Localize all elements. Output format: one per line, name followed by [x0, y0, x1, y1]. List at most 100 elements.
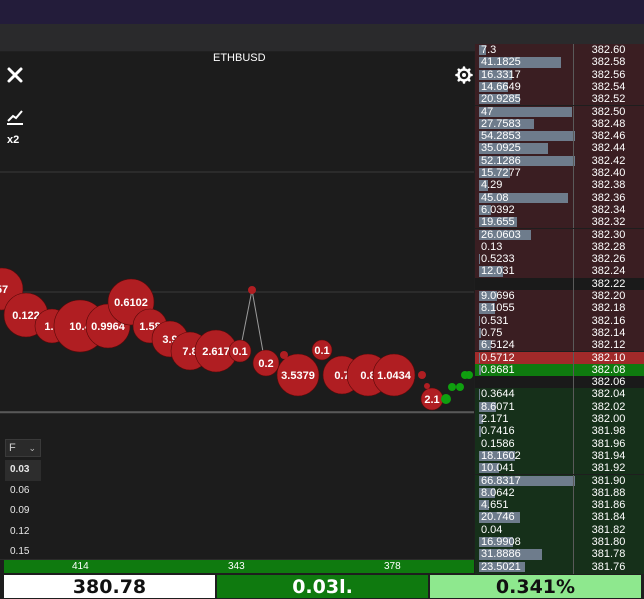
price-value: 382.40: [591, 167, 626, 179]
bubble-chart-canvas: 570.1221.110.40.99640.61021.583.97.82.61…: [0, 171, 474, 560]
trade-point: [280, 351, 288, 359]
order-book[interactable]: 7.3 382.60 41.1825 382.58 16.3317 382.56 14.66…: [475, 44, 644, 574]
order-book-row[interactable]: 6.5124 382.12: [475, 339, 644, 352]
order-book-row[interactable]: 0.5712 382.10: [475, 351, 644, 364]
order-book-row[interactable]: 8.1055 382.18: [475, 302, 644, 315]
order-book-row[interactable]: 19.655 382.32: [475, 216, 644, 229]
size-option[interactable]: 0.06: [5, 481, 41, 502]
qty-cell: 9.0696: [479, 290, 575, 302]
trade-point-buy: [456, 383, 464, 391]
size-filter-select[interactable]: F ⌄: [5, 439, 41, 457]
qty-value: 4.651: [481, 499, 509, 512]
order-book-row[interactable]: 20.746 381.84: [475, 511, 644, 524]
price-value: 382.00: [591, 413, 626, 425]
column-divider: [573, 314, 574, 327]
column-divider: [573, 548, 574, 561]
qty-depth-bar: [479, 315, 480, 326]
column-divider: [573, 216, 574, 229]
order-book-row[interactable]: 382.06: [475, 376, 644, 389]
column-divider: [573, 523, 574, 536]
order-book-row[interactable]: 16.3317 382.56: [475, 68, 644, 81]
order-book-row[interactable]: 52.1286 382.42: [475, 154, 644, 167]
order-book-row[interactable]: 31.8886 381.78: [475, 548, 644, 561]
column-divider: [573, 191, 574, 204]
column-divider: [573, 425, 574, 438]
order-book-row[interactable]: 10.041 381.92: [475, 462, 644, 475]
size-option[interactable]: 0.12: [5, 522, 41, 543]
line-chart-icon[interactable]: [6, 108, 24, 126]
order-book-row[interactable]: 0.3644 382.04: [475, 388, 644, 401]
price-value: 382.44: [591, 142, 626, 155]
qty-value: 18.1602: [481, 449, 521, 462]
gear-icon[interactable]: [455, 66, 473, 84]
order-book-row[interactable]: 0.13 382.28: [475, 240, 644, 254]
column-divider: [573, 486, 574, 500]
qty-depth-bar: [479, 254, 480, 265]
order-book-row[interactable]: 0.75 382.14: [475, 326, 644, 340]
order-book-row[interactable]: 12.031 382.24: [475, 265, 644, 278]
order-book-row[interactable]: 4.29 382.38: [475, 179, 644, 192]
qty-cell: 15.7277: [479, 167, 575, 179]
trade-bubble-label: 0.122: [12, 310, 40, 322]
price-value: 382.18: [591, 302, 626, 315]
qty-cell: 31.8886: [479, 548, 575, 560]
column-divider: [573, 56, 574, 69]
order-book-row[interactable]: 14.6649 382.54: [475, 80, 644, 94]
top-app-bar: [0, 0, 644, 24]
order-book-row[interactable]: 15.7277 382.40: [475, 167, 644, 180]
price-value: 382.22: [591, 277, 626, 290]
order-book-row[interactable]: 47 382.50: [475, 105, 644, 118]
column-divider: [573, 154, 574, 167]
order-book-row[interactable]: 27.7583 382.48: [475, 117, 644, 131]
qty-cell: 26.0603: [479, 229, 575, 241]
order-book-row[interactable]: 9.0696 382.20: [475, 290, 644, 303]
order-book-row[interactable]: 6.0392 382.34: [475, 203, 644, 217]
order-book-row[interactable]: 7.3 382.60: [475, 44, 644, 57]
order-book-row[interactable]: 66.8317 381.90: [475, 474, 644, 487]
price-value: 382.34: [591, 203, 626, 216]
close-icon[interactable]: [6, 66, 24, 84]
trade-point-buy: [465, 371, 473, 379]
order-book-row[interactable]: 35.0925 382.44: [475, 142, 644, 155]
order-book-row[interactable]: 0.5233 382.26: [475, 253, 644, 266]
qty-value: 2.171: [481, 413, 509, 425]
price-value: 382.60: [591, 44, 626, 56]
order-book-row[interactable]: 8.6071 382.02: [475, 400, 644, 413]
qty-value: 8.6071: [481, 400, 515, 413]
qty-cell: 45.08: [479, 192, 575, 204]
trades-chart[interactable]: 570.1221.110.40.99640.61021.583.97.82.61…: [0, 52, 474, 560]
order-book-row[interactable]: 0.1586 381.96: [475, 437, 644, 450]
order-book-row[interactable]: 26.0603 382.30: [475, 228, 644, 241]
column-divider: [573, 142, 574, 155]
qty-cell: 0.1586: [479, 438, 575, 450]
qty-depth-bar: [479, 352, 480, 363]
size-option[interactable]: 0.03: [5, 460, 41, 481]
order-book-row[interactable]: 8.0642 381.88: [475, 486, 644, 500]
order-book-row[interactable]: 0.531 382.16: [475, 314, 644, 327]
zoom-level[interactable]: x2: [7, 134, 19, 146]
trade-bubble-label: 2.617: [202, 346, 230, 358]
last-price: 380.78: [4, 575, 215, 598]
qty-value: 10.041: [481, 462, 515, 475]
order-book-row[interactable]: 4.651 381.86: [475, 499, 644, 512]
order-book-row[interactable]: 20.9285 382.52: [475, 93, 644, 106]
price-value: 381.76: [591, 560, 626, 573]
price-value: 382.12: [591, 339, 626, 352]
price-value: 382.14: [591, 326, 626, 339]
order-book-row[interactable]: 41.1825 382.58: [475, 56, 644, 69]
order-book-row[interactable]: 23.5021 381.76: [475, 560, 644, 573]
size-option[interactable]: 0.15: [5, 542, 41, 560]
order-book-row[interactable]: 54.2853 382.46: [475, 130, 644, 143]
order-book-row[interactable]: 0.8681 382.08: [475, 363, 644, 377]
order-book-row[interactable]: 18.1602 381.94: [475, 449, 644, 463]
order-book-row[interactable]: 382.22: [475, 277, 644, 290]
order-book-row[interactable]: 2.171 382.00: [475, 413, 644, 426]
price-value: 382.30: [591, 228, 626, 241]
volume-value: 0.03l.: [217, 575, 428, 598]
order-book-row[interactable]: 0.04 381.82: [475, 523, 644, 536]
order-book-row[interactable]: 0.7416 381.98: [475, 425, 644, 438]
order-book-row[interactable]: 16.9908 381.80: [475, 536, 644, 549]
size-option[interactable]: 0.09: [5, 501, 41, 522]
order-book-row[interactable]: 45.08 382.36: [475, 191, 644, 204]
column-divider: [573, 499, 574, 512]
